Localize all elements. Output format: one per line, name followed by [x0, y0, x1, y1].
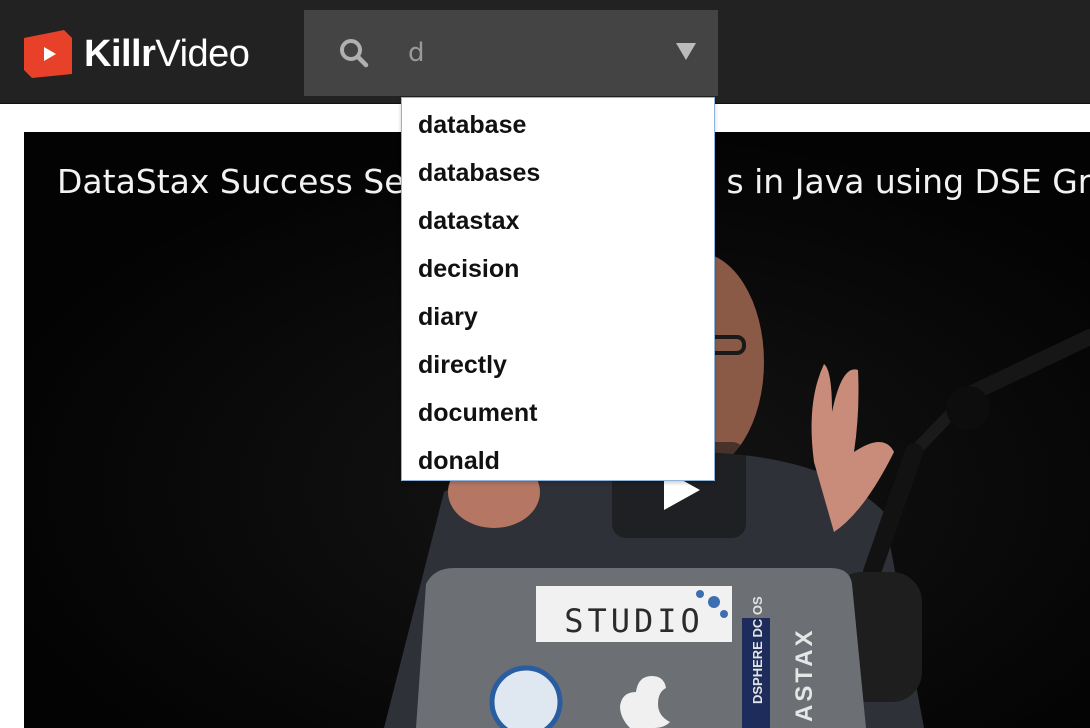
suggestion-item[interactable]: donald: [402, 438, 714, 486]
suggestion-item[interactable]: databases: [402, 150, 714, 198]
caret-down-icon[interactable]: [676, 43, 696, 60]
suggestion-item[interactable]: diary: [402, 294, 714, 342]
suggestion-item[interactable]: directly: [402, 342, 714, 390]
logo[interactable]: KillrVideo: [24, 30, 250, 78]
logo-text: KillrVideo: [84, 33, 250, 75]
search-box[interactable]: [304, 10, 718, 96]
suggestion-item[interactable]: document: [402, 390, 714, 438]
sticker-studio: STUDIO: [564, 602, 704, 640]
logo-text-light: Video: [155, 33, 250, 75]
sticker-dcos: DSPHERE DC OS: [750, 596, 765, 704]
app-header: KillrVideo: [0, 0, 1090, 104]
suggestion-item[interactable]: database: [402, 102, 714, 150]
search-icon[interactable]: [338, 37, 370, 69]
search-input[interactable]: [408, 36, 658, 70]
logo-text-bold: Killr: [84, 33, 156, 75]
suggestion-item[interactable]: decision: [402, 246, 714, 294]
autocomplete-dropdown: database databases datastax decision dia…: [401, 97, 715, 481]
suggestion-item[interactable]: datastax: [402, 198, 714, 246]
logo-play-icon: [24, 30, 72, 78]
sticker-astax: ASTAX: [791, 627, 818, 722]
